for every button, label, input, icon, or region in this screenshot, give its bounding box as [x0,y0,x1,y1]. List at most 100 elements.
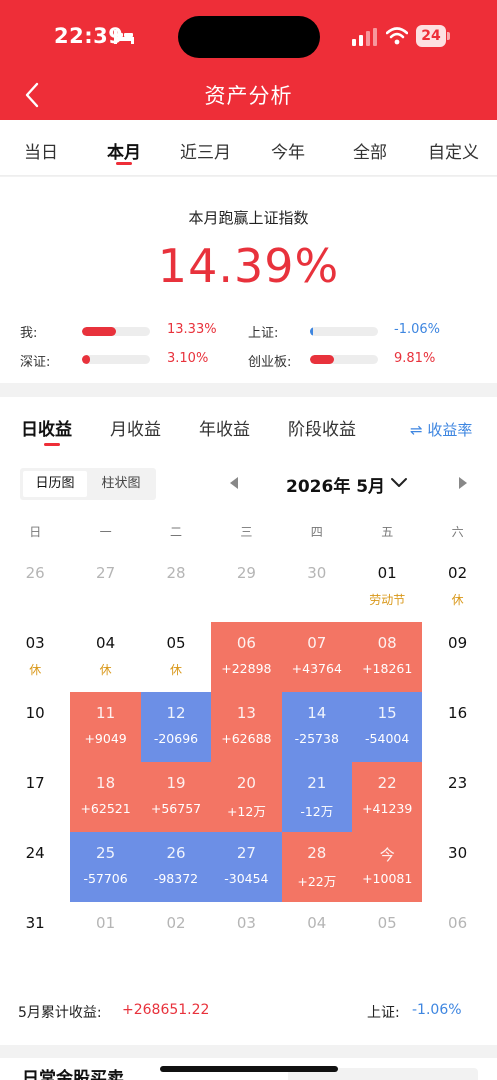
calendar-day-cell[interactable]: 13 +62688 [211,692,282,762]
calendar-day-cell[interactable]: 05 [352,902,422,972]
battery-indicator: 24 [416,25,450,47]
calendar-day-cell[interactable]: 12 -20696 [140,692,212,762]
calendar-day-cell[interactable]: 03 [211,902,281,972]
calendar-day-cell[interactable]: 05 休 [141,622,211,692]
calendar-day-cell[interactable]: 01 劳动节 [352,552,422,622]
calendar-day-cell[interactable]: 28 +22万 [281,832,352,902]
calendar-day-number: 今 [379,846,395,864]
calendar-day-cell[interactable]: 15 -54004 [352,692,423,762]
daily-return-value: +12万 [226,804,266,819]
calendar-day-cell[interactable]: 今 +10081 [352,832,423,902]
monthly-total-value: +268651.22 [122,1002,210,1018]
calendar-day-cell[interactable]: 02 [141,902,211,972]
calendar-day-number: 01 [96,914,116,932]
tab-monthly-returns[interactable]: 月收益 [110,415,161,440]
calendar-day-cell[interactable]: 04 休 [70,622,140,692]
holiday-label: 劳动节 [369,593,406,607]
prev-month-icon[interactable] [229,477,239,489]
calendar-day-number: 28 [166,564,186,582]
header-bar: 22:39 24 资产分析 [0,0,497,120]
calendar-day-number: 13 [236,704,256,722]
calendar-day-cell[interactable]: 19 +56757 [140,762,212,832]
daily-return-value: -30454 [224,871,269,886]
calendar-day-cell[interactable]: 14 -25738 [281,692,352,762]
compare-value-shenzhen: 3.10% [167,351,209,366]
calendar-day-cell[interactable]: 02 休 [422,552,492,622]
compare-label-shanghai: 上证: [248,326,279,341]
tab-custom[interactable]: 自定义 [428,138,479,163]
calendar-day-number: 05 [166,634,186,652]
calendar-day-number: 22 [377,774,397,792]
holiday-label: 休 [451,593,464,607]
daily-return-value: +22万 [297,874,337,889]
calendar-day-cell[interactable]: 28 [141,552,211,622]
calendar-day-cell[interactable]: 27 -30454 [211,832,282,902]
calendar-day-cell[interactable]: 20 +12万 [211,762,282,832]
calendar-day-cell[interactable]: 26 -98372 [140,832,212,902]
calendar-day-cell[interactable]: 24 [0,832,70,902]
battery-tip [447,32,450,40]
tab-period-returns[interactable]: 阶段收益 [288,415,356,440]
calendar-day-cell[interactable]: 29 [211,552,281,622]
calendar-day-number: 07 [307,634,327,652]
calendar-day-cell[interactable]: 01 [70,902,140,972]
return-rate-toggle[interactable]: ⇌ 收益率 [410,419,472,440]
calendar-day-cell[interactable]: 09 [422,622,492,692]
calendar-day-cell[interactable]: 30 [422,832,492,902]
calendar-day-number: 27 [236,844,256,862]
calendar-day-cell[interactable]: 08 +18261 [352,622,423,692]
status-time: 22:39 [54,24,124,48]
next-month-icon[interactable] [458,477,468,489]
calendar-day-cell[interactable]: 25 -57706 [70,832,141,902]
tab-all[interactable]: 全部 [353,138,387,163]
calendar-day-cell[interactable]: 31 [0,902,70,972]
calendar-day-cell[interactable]: 21 -12万 [281,762,352,832]
calendar-day-number: 20 [236,774,256,792]
calendar-day-cell[interactable]: 06 +22898 [211,622,282,692]
chevron-down-icon[interactable] [390,477,408,489]
calendar-day-cell[interactable]: 18 +62521 [70,762,141,832]
calendar-day-cell[interactable]: 07 +43764 [281,622,352,692]
tab-this-year[interactable]: 今年 [271,138,305,163]
calendar-day-number: 01 [377,564,397,582]
calendar-day-number: 15 [377,704,397,722]
calendar-day-cell[interactable]: 03 休 [0,622,70,692]
daily-return-value: -54004 [365,731,410,746]
calendar-day-cell[interactable]: 30 [282,552,352,622]
tab-daily-returns[interactable]: 日收益 [21,415,72,440]
compare-bar-fill [310,355,335,364]
bar-chart-view-option[interactable]: 柱状图 [89,471,153,497]
calendar-day-cell[interactable]: 27 [70,552,140,622]
daily-return-value: -57706 [83,871,128,886]
calendar-day-cell[interactable]: 16 [422,692,492,762]
holiday-label: 休 [29,663,42,677]
battery-level: 24 [416,25,446,47]
calendar-view-option[interactable]: 日历图 [23,471,87,497]
compare-label-chinext: 创业板: [248,355,292,370]
calendar-day-number: 03 [25,634,45,652]
calendar-day-cell[interactable]: 23 [422,762,492,832]
calendar-day-cell[interactable]: 06 [422,902,492,972]
calendar-day-cell[interactable]: 10 [0,692,70,762]
sleep-bed-icon [114,30,134,44]
month-selector[interactable]: 2026年 5月 [286,472,385,497]
calendar-day-cell[interactable]: 17 [0,762,70,832]
calendar-day-cell[interactable]: 26 [0,552,70,622]
calendar-day-cell[interactable]: 22 +41239 [352,762,423,832]
calendar-day-number: 27 [96,564,116,582]
calendar-day-number: 31 [25,914,45,932]
calendar-day-number: 16 [448,704,468,722]
compare-value-me: 13.33% [167,322,217,337]
tab-today[interactable]: 当日 [24,138,58,163]
tab-yearly-returns[interactable]: 年收益 [199,415,250,440]
shanghai-index-label: 上证: [367,1005,400,1021]
calendar-day-number: 14 [307,704,327,722]
calendar-day-cell[interactable]: 11 +9049 [70,692,141,762]
calendar-day-cell[interactable]: 04 [282,902,352,972]
period-tabs: 当日 本月 近三月 今年 全部 自定义 [0,120,497,176]
calendar-day-number: 08 [377,634,397,652]
tab-this-month[interactable]: 本月 [107,138,141,163]
calendar-day-number: 24 [25,844,45,862]
calendar-day-number: 25 [96,844,116,862]
tab-three-months[interactable]: 近三月 [180,138,231,163]
